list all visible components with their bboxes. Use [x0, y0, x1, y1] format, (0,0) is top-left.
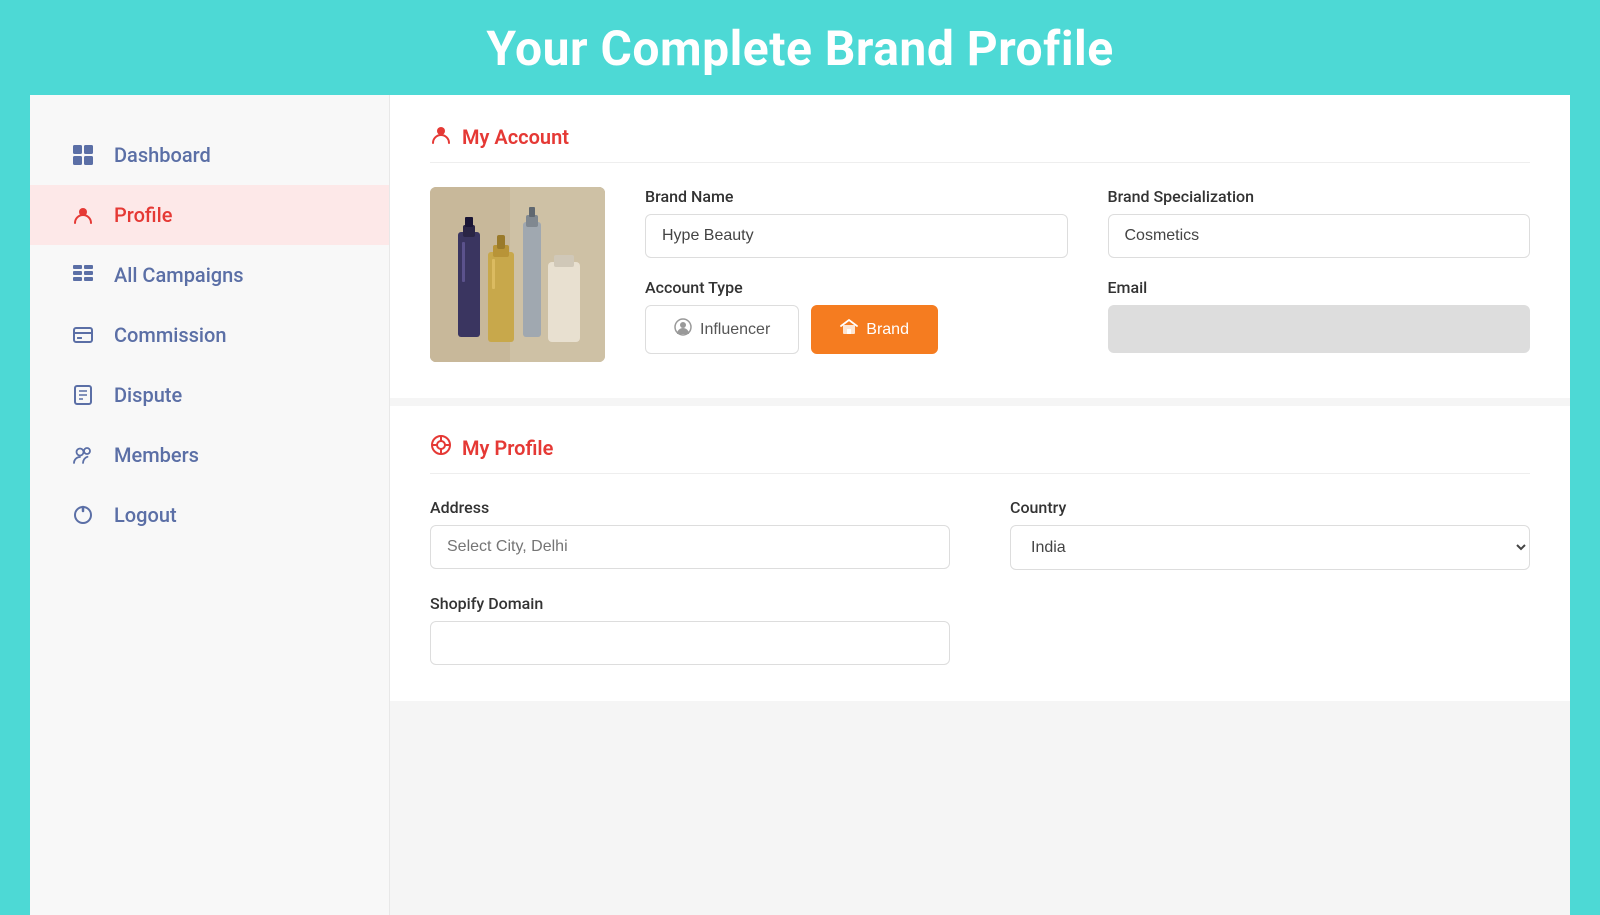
brand-label: Brand	[866, 321, 909, 339]
sidebar-item-commission[interactable]: Commission	[30, 305, 389, 365]
my-profile-label: My Profile	[462, 436, 553, 460]
brand-spec-label: Brand Specialization	[1108, 187, 1531, 206]
address-group: Address	[430, 498, 950, 570]
address-label: Address	[430, 498, 950, 517]
brand-name-label: Brand Name	[645, 187, 1068, 206]
email-label: Email	[1108, 278, 1531, 297]
account-icon	[430, 123, 452, 150]
sidebar-item-all-campaigns[interactable]: All Campaigns	[30, 245, 389, 305]
brand-button[interactable]: Brand	[811, 305, 938, 354]
influencer-button[interactable]: Influencer	[645, 305, 799, 354]
brand-name-group: Brand Name	[645, 187, 1068, 258]
influencer-icon	[674, 318, 692, 341]
dashboard-icon	[70, 144, 96, 166]
profile-section-icon	[430, 434, 452, 461]
shopify-label: Shopify Domain	[430, 594, 950, 613]
email-field	[1108, 305, 1531, 353]
influencer-label: Influencer	[700, 321, 770, 339]
members-icon	[70, 444, 96, 466]
sidebar-item-dispute[interactable]: Dispute	[30, 365, 389, 425]
country-select[interactable]: India USA UK Australia Canada	[1010, 525, 1530, 570]
sidebar-label-dispute: Dispute	[114, 383, 182, 407]
sidebar-label-dashboard: Dashboard	[114, 143, 211, 167]
brand-name-input[interactable]	[645, 214, 1068, 258]
sidebar-label-campaigns: All Campaigns	[114, 263, 244, 287]
my-account-title: My Account	[430, 123, 1530, 163]
campaigns-icon	[70, 264, 96, 286]
account-form: Brand Name Brand Specialization Account …	[645, 187, 1530, 354]
sidebar-item-profile[interactable]: Profile	[30, 185, 389, 245]
commission-icon	[70, 324, 96, 346]
sidebar: Dashboard Profile	[30, 95, 390, 915]
brand-spec-input[interactable]	[1108, 214, 1531, 258]
account-type-buttons: Influencer Brand	[645, 305, 1068, 354]
my-profile-card: My Profile Address Country India USA UK …	[390, 406, 1570, 701]
profile-icon	[70, 204, 96, 226]
main-content: My Account	[390, 95, 1570, 915]
shopify-input[interactable]	[430, 621, 950, 665]
logout-icon	[70, 504, 96, 526]
page-title: Your Complete Brand Profile	[0, 0, 1600, 95]
sidebar-label-commission: Commission	[114, 323, 227, 347]
account-type-group: Account Type Influenc	[645, 278, 1068, 354]
my-account-label: My Account	[462, 125, 569, 149]
brand-image	[430, 187, 605, 362]
sidebar-label-logout: Logout	[114, 503, 177, 527]
sidebar-label-members: Members	[114, 443, 199, 467]
my-profile-title: My Profile	[430, 434, 1530, 474]
country-group: Country India USA UK Australia Canada	[1010, 498, 1530, 570]
brand-icon	[840, 318, 858, 341]
sidebar-label-profile: Profile	[114, 203, 172, 227]
my-account-card: My Account	[390, 95, 1570, 398]
account-type-label: Account Type	[645, 278, 1068, 297]
sidebar-item-members[interactable]: Members	[30, 425, 389, 485]
country-label: Country	[1010, 498, 1530, 517]
address-input[interactable]	[430, 525, 950, 569]
sidebar-item-dashboard[interactable]: Dashboard	[30, 125, 389, 185]
brand-spec-group: Brand Specialization	[1108, 187, 1531, 258]
email-group: Email	[1108, 278, 1531, 354]
profile-form: Address Country India USA UK Australia C…	[430, 498, 1530, 665]
dispute-icon	[70, 384, 96, 406]
shopify-group: Shopify Domain	[430, 594, 950, 665]
sidebar-item-logout[interactable]: Logout	[30, 485, 389, 545]
